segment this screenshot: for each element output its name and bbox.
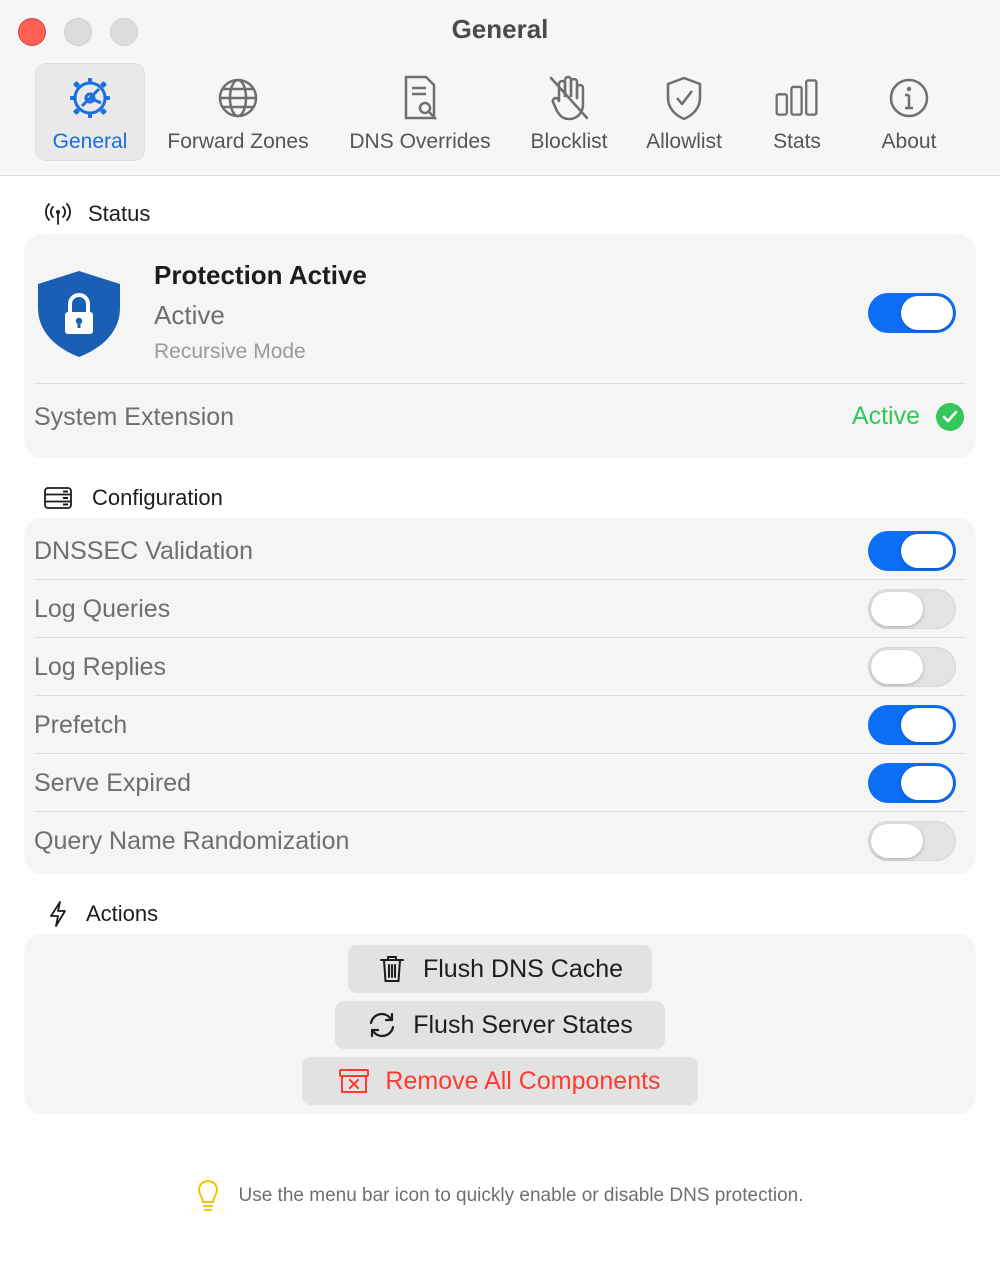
prefetch-label: Prefetch: [34, 711, 128, 739]
footer-hint: Use the menu bar icon to quickly enable …: [0, 1180, 1000, 1212]
system-extension-label: System Extension: [34, 403, 235, 431]
divider: [34, 753, 966, 754]
protection-toggle[interactable]: [868, 293, 956, 333]
divider: [34, 811, 966, 812]
flush-dns-cache-label: Flush DNS Cache: [422, 954, 624, 983]
log-replies-label: Log Replies: [34, 653, 167, 681]
antenna-icon: [44, 200, 72, 228]
tab-label: Blocklist: [530, 130, 608, 153]
configuration-section-header: Configuration: [44, 484, 223, 512]
protection-title: Protection Active: [154, 260, 367, 290]
dnssec-validation-toggle[interactable]: [868, 531, 956, 571]
footer-hint-text: Use the menu bar icon to quickly enable …: [238, 1185, 804, 1206]
info-icon: [885, 74, 933, 122]
refresh-icon: [367, 1010, 397, 1040]
log-replies-toggle[interactable]: [868, 647, 956, 687]
tab-general[interactable]: General: [36, 64, 144, 160]
tab-forward-zones[interactable]: Forward Zones: [156, 64, 320, 160]
window-title: General: [451, 14, 549, 44]
shield-check-icon: [660, 74, 708, 122]
actions-section-title: Actions: [86, 901, 159, 926]
flush-server-states-button[interactable]: Flush Server States: [335, 1001, 665, 1049]
actions-section-header: Actions: [44, 900, 158, 928]
tab-stats[interactable]: Stats: [754, 64, 840, 160]
configuration-section-title: Configuration: [92, 485, 223, 510]
tab-label: Forward Zones: [167, 130, 309, 153]
tab-dns-overrides[interactable]: DNS Overrides: [336, 64, 504, 160]
divider: [34, 383, 966, 384]
divider: [34, 695, 966, 696]
flush-server-states-label: Flush Server States: [413, 1010, 633, 1039]
status-section-title: Status: [88, 201, 151, 226]
divider: [34, 637, 966, 638]
shield-lock-icon: [34, 268, 124, 360]
status-section-header: Status: [44, 200, 150, 228]
remove-all-components-button[interactable]: Remove All Components: [302, 1057, 698, 1105]
tab-allowlist[interactable]: Allowlist: [636, 64, 732, 160]
serve-expired-label: Serve Expired: [34, 769, 192, 797]
gear-icon: [66, 74, 114, 122]
lightbulb-icon: [196, 1180, 220, 1212]
protection-state: Active: [154, 300, 225, 330]
system-extension-status: Active: [852, 402, 964, 431]
globe-icon: [214, 74, 262, 122]
preferences-toolbar: General Forward Zones DNS Overrides Bloc…: [0, 64, 1000, 160]
serve-expired-toggle[interactable]: [868, 763, 956, 803]
dnssec-validation-label: DNSSEC Validation: [34, 537, 254, 565]
tab-label: About: [881, 130, 937, 153]
bolt-icon: [44, 900, 72, 928]
tab-label: Allowlist: [646, 130, 722, 153]
query-name-randomization-label: Query Name Randomization: [34, 827, 350, 855]
configuration-card: [24, 518, 976, 874]
tab-label: Stats: [773, 130, 821, 153]
trash-icon: [377, 954, 407, 984]
document-search-icon: [396, 74, 444, 122]
system-extension-status-text: Active: [851, 402, 920, 430]
resolver-mode: Recursive Mode: [154, 340, 306, 363]
query-name-randomization-toggle[interactable]: [868, 821, 956, 861]
tab-label: General: [52, 130, 128, 153]
hand-icon: [545, 74, 593, 122]
checkmark-circle-icon: [936, 402, 964, 431]
archive-delete-icon: [339, 1066, 370, 1096]
tab-blocklist[interactable]: Blocklist: [518, 64, 620, 160]
bar-chart-icon: [773, 74, 821, 122]
title-bar: General General Forward Zones DNS Overri…: [0, 0, 1000, 176]
flush-dns-cache-button[interactable]: Flush DNS Cache: [348, 945, 652, 993]
divider: [34, 579, 966, 580]
server-rack-icon: [44, 484, 72, 512]
remove-all-components-label: Remove All Components: [385, 1066, 661, 1095]
tab-label: DNS Overrides: [349, 130, 491, 153]
prefetch-toggle[interactable]: [868, 705, 956, 745]
log-queries-label: Log Queries: [34, 595, 171, 623]
log-queries-toggle[interactable]: [868, 589, 956, 629]
tab-about[interactable]: About: [864, 64, 954, 160]
